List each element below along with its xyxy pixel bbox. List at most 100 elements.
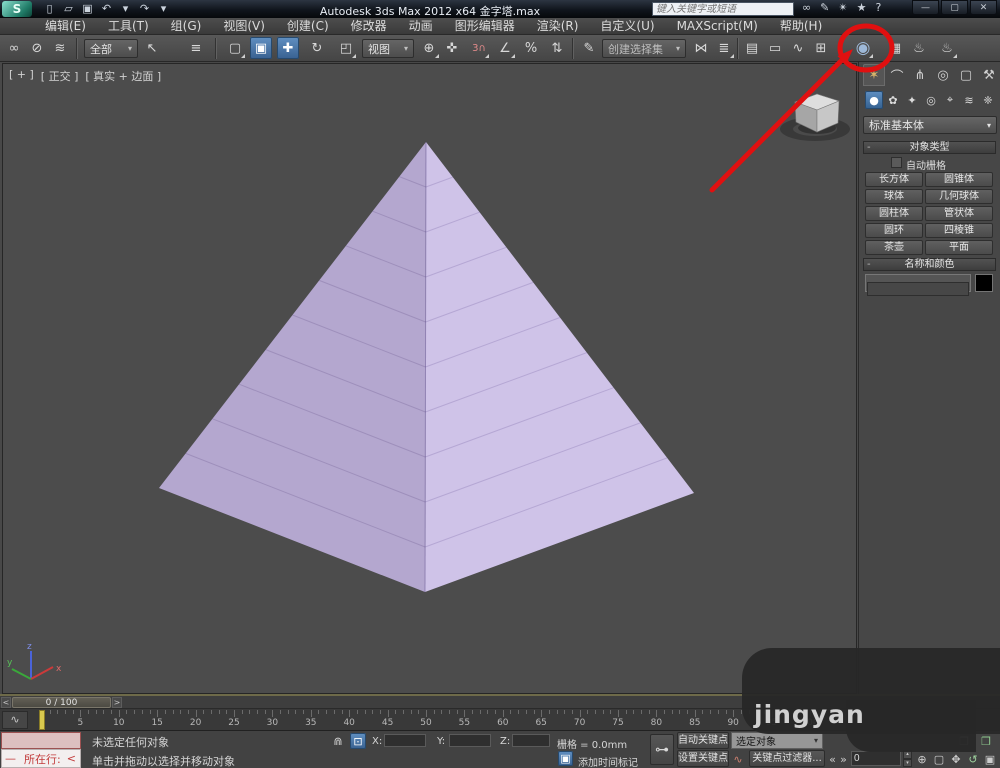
pan-view-icon[interactable]: ✥ xyxy=(948,751,964,767)
object-color-swatch[interactable] xyxy=(975,274,993,292)
infocenter-search-input[interactable] xyxy=(652,2,794,16)
primitive-plane-button[interactable]: 平面 xyxy=(925,240,993,255)
tab-utilities-icon[interactable]: ⚒ xyxy=(978,64,1000,86)
minimize-button[interactable]: — xyxy=(912,0,939,15)
zoom-viewport-icon[interactable]: ⊕ xyxy=(914,751,930,767)
auto-key-button[interactable]: 自动关键点 xyxy=(677,732,729,749)
communication-icon[interactable]: ✴ xyxy=(838,1,847,14)
save-file-icon[interactable]: ▣ xyxy=(78,0,97,17)
help-icon[interactable]: ? xyxy=(875,1,881,14)
select-and-link-icon[interactable]: ∞ xyxy=(3,37,25,59)
pyramid-left-face[interactable] xyxy=(159,142,426,592)
tab-display-icon[interactable]: ▢ xyxy=(955,64,977,86)
menu-graph-editors[interactable]: 图形编辑器 xyxy=(444,18,526,34)
bind-to-space-warp-icon[interactable]: ≋ xyxy=(49,37,71,59)
viewport[interactable]: [ + ] [ 正交 ] [ 真实 + 边面 ] z x y xyxy=(2,63,857,694)
favorites-icon[interactable]: ★ xyxy=(857,1,867,14)
subscription-icon[interactable]: ✎ xyxy=(820,1,829,14)
subcategory-spacewarps-icon[interactable]: ≋ xyxy=(960,91,978,109)
object-type-rollout-header[interactable]: - 对象类型 xyxy=(863,141,996,154)
z-coordinate-field[interactable] xyxy=(512,734,550,747)
unlink-selection-icon[interactable]: ⊘ xyxy=(26,37,48,59)
render-production-icon[interactable]: ♨ xyxy=(936,37,958,59)
select-and-manipulate-icon[interactable]: ✜ xyxy=(441,37,463,59)
maxscript-listener-pink[interactable] xyxy=(1,732,81,749)
menu-help[interactable]: 帮助(H) xyxy=(769,18,833,34)
previous-key-icon[interactable]: « xyxy=(827,751,838,767)
add-time-tag[interactable]: 添加时间标记 xyxy=(578,754,638,768)
orbit-icon[interactable]: ↺ xyxy=(965,751,981,767)
new-file-icon[interactable]: ▯ xyxy=(40,0,59,17)
primitive-cone-button[interactable]: 圆锥体 xyxy=(925,172,993,187)
maxscript-listener-white[interactable]: — 所在行: < xyxy=(1,749,81,768)
subcategory-helpers-icon[interactable]: ⌖ xyxy=(941,91,959,109)
y-coordinate-field[interactable] xyxy=(449,734,491,747)
primitive-torus-button[interactable]: 圆环 xyxy=(865,223,923,238)
menu-edit[interactable]: 编辑(E) xyxy=(34,18,97,34)
current-frame-field[interactable] xyxy=(851,751,901,766)
material-editor-icon[interactable]: ◉ xyxy=(852,37,874,59)
reference-coordinate-dropdown[interactable]: 视图 ▾ xyxy=(362,39,414,58)
tab-motion-icon[interactable]: ◎ xyxy=(932,64,954,86)
pyramid-object[interactable] xyxy=(3,64,858,695)
open-file-icon[interactable]: ▱ xyxy=(59,0,78,17)
snap-toggle-3d-icon[interactable]: 3∩ xyxy=(468,37,490,59)
select-and-rotate-icon[interactable]: ↻ xyxy=(306,37,328,59)
menu-group[interactable]: 组(G) xyxy=(160,18,213,34)
selection-filter-dropdown[interactable]: 全部 ▾ xyxy=(84,39,138,58)
redo-icon[interactable]: ↷ xyxy=(135,0,154,17)
layer-manager-icon[interactable]: ▤ xyxy=(741,37,763,59)
set-key-button[interactable]: 设置关键点 xyxy=(677,750,729,767)
viewcube[interactable] xyxy=(769,84,861,144)
current-frame-marker[interactable] xyxy=(39,710,45,730)
curve-editor-icon[interactable]: ∿ xyxy=(787,37,809,59)
subcategory-geometry-icon[interactable]: ● xyxy=(865,91,883,109)
select-and-move-icon[interactable]: ✚ xyxy=(277,37,299,59)
menu-modifiers[interactable]: 修改器 xyxy=(340,18,398,34)
menu-customize[interactable]: 自定义(U) xyxy=(589,18,665,34)
qat-caret-icon[interactable]: ▾ xyxy=(154,0,173,17)
x-coordinate-field[interactable] xyxy=(384,734,426,747)
primitive-geosphere-button[interactable]: 几何球体 xyxy=(925,189,993,204)
time-slider-handle[interactable]: 0 / 100 xyxy=(12,697,111,708)
menu-maxscript[interactable]: MAXScript(M) xyxy=(666,18,769,34)
named-selection-sets-dropdown[interactable]: 创建选择集 ▾ xyxy=(602,39,686,58)
window-crossing-toggle-icon[interactable]: ▣ xyxy=(250,37,272,59)
mirror-icon[interactable]: ⋈ xyxy=(690,37,712,59)
tab-create-icon[interactable]: ✶ xyxy=(863,64,885,86)
selection-lock-icon[interactable]: ⋒ xyxy=(330,733,346,749)
keying-target-dropdown[interactable]: 选定对象 ▾ xyxy=(731,732,823,749)
angle-snap-toggle-icon[interactable]: ∠ xyxy=(494,37,516,59)
tab-modify-icon[interactable]: ⌒ xyxy=(886,64,908,86)
select-object-icon[interactable]: ↖ xyxy=(141,37,163,59)
search-icon[interactable]: ∞ xyxy=(802,1,811,14)
subcategory-shapes-icon[interactable]: ✿ xyxy=(884,91,902,109)
pyramid-right-face[interactable] xyxy=(425,142,694,592)
maximize-viewport-icon[interactable]: ▣ xyxy=(982,751,998,767)
previous-frame-button[interactable]: < xyxy=(1,697,11,708)
key-mode-wave-icon[interactable]: ∿ xyxy=(731,751,745,767)
primitive-cylinder-button[interactable]: 圆柱体 xyxy=(865,206,923,221)
undo-caret-icon[interactable]: ▾ xyxy=(116,0,135,17)
use-pivot-point-center-icon[interactable]: ⊕ xyxy=(418,37,440,59)
frame-spinner[interactable]: ▴ ▾ xyxy=(903,750,912,767)
select-and-scale-icon[interactable]: ◰ xyxy=(335,37,357,59)
align-icon[interactable]: ≣ xyxy=(713,37,735,59)
next-key-icon[interactable]: » xyxy=(838,751,849,767)
primitive-pyramid-button[interactable]: 四棱锥 xyxy=(925,223,993,238)
menu-animation[interactable]: 动画 xyxy=(398,18,444,34)
subcategory-systems-icon[interactable]: ❈ xyxy=(979,91,997,109)
app-menu-button[interactable]: S xyxy=(2,1,32,17)
percent-snap-toggle-icon[interactable]: % xyxy=(520,37,542,59)
primitive-box-button[interactable]: 长方体 xyxy=(865,172,923,187)
maximize-button[interactable]: ▢ xyxy=(941,0,968,15)
menu-rendering[interactable]: 渲染(R) xyxy=(526,18,590,34)
primitive-tube-button[interactable]: 管状体 xyxy=(925,206,993,221)
primitive-teapot-button[interactable]: 茶壶 xyxy=(865,240,923,255)
menu-views[interactable]: 视图(V) xyxy=(212,18,276,34)
render-setup-icon[interactable]: ▦ xyxy=(884,37,906,59)
primitive-category-dropdown[interactable]: 标准基本体 ▾ xyxy=(863,116,997,134)
next-frame-button[interactable]: > xyxy=(112,697,122,708)
key-filters-button[interactable]: 关键点过滤器... xyxy=(749,750,825,767)
close-button[interactable]: ✕ xyxy=(970,0,997,15)
